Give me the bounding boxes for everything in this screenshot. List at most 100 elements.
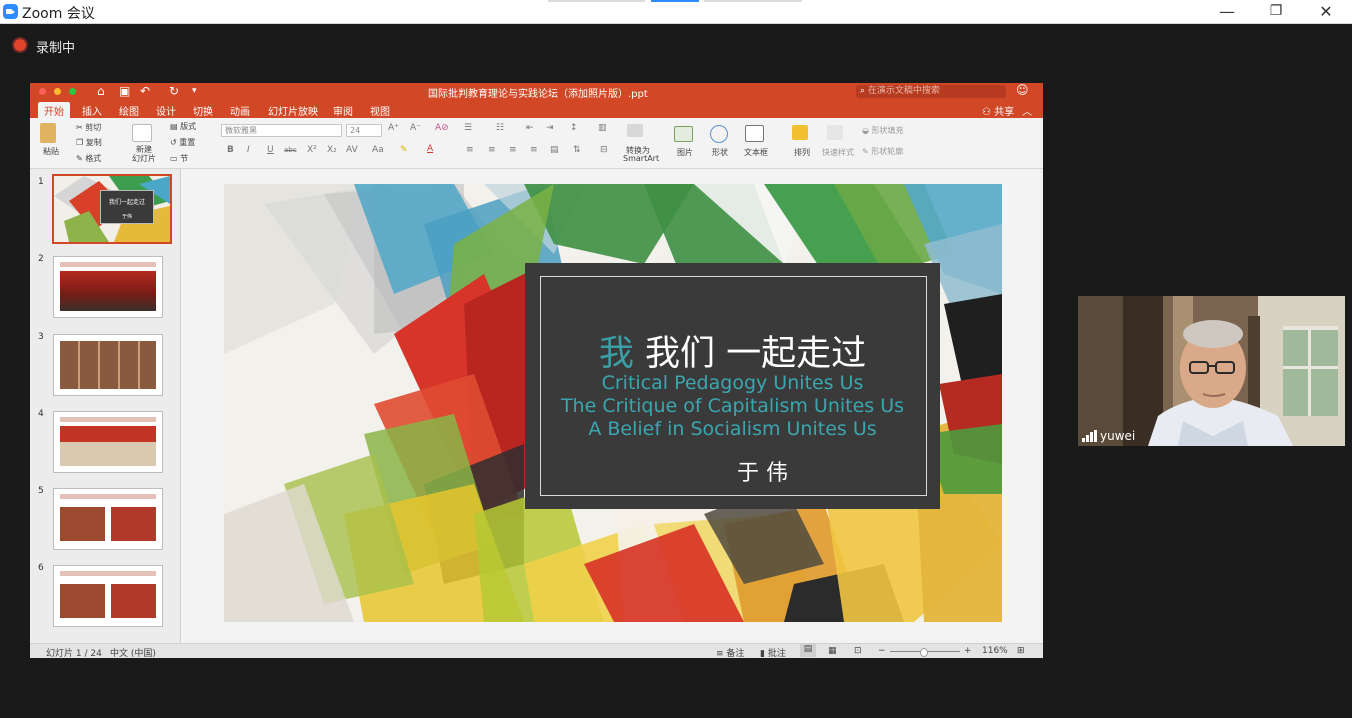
arrange-icon[interactable] — [792, 125, 808, 140]
smartart-icon[interactable] — [627, 124, 643, 137]
tab-insert[interactable]: 插入 — [82, 103, 102, 118]
align-text-icon[interactable]: ⊟ — [600, 145, 608, 155]
smartart-label[interactable]: SmartArt — [623, 154, 659, 163]
zoom-out-button[interactable]: − — [878, 646, 886, 656]
fit-slide-icon[interactable]: ⊞ — [1017, 646, 1025, 656]
highlight-icon[interactable]: ✎ — [400, 145, 408, 155]
normal-view-icon[interactable]: ▤ — [800, 644, 816, 657]
slide-thumbnail-6[interactable] — [53, 565, 163, 627]
thumbnail-number: 5 — [38, 486, 44, 496]
tab-review[interactable]: 审阅 — [333, 103, 353, 118]
italic-icon[interactable]: I — [247, 145, 250, 155]
copy-button[interactable]: ❐ 复制 — [76, 137, 102, 148]
maximize-button[interactable]: ❐ — [1252, 0, 1300, 23]
save-icon[interactable]: ▣ — [119, 84, 130, 98]
increase-indent-icon[interactable]: ⇥ — [546, 123, 554, 133]
slide-thumbnail-pane[interactable]: 1 我们一起走过 于伟 2 3 4 5 6 — [30, 169, 181, 644]
slide-thumbnail-5[interactable] — [53, 488, 163, 550]
slide-thumbnail-1[interactable]: 我们一起走过 于伟 — [52, 174, 172, 244]
zoom-in-button[interactable]: + — [964, 646, 972, 656]
tab-view[interactable]: 视图 — [370, 103, 390, 118]
undo-icon[interactable]: ↶ — [140, 84, 150, 98]
columns-icon[interactable]: ▥ — [598, 123, 607, 133]
document-title: 国际批判教育理论与实践论坛（添加照片版）.ppt — [428, 89, 648, 100]
mac-close-icon[interactable] — [39, 88, 46, 95]
layout-button[interactable]: ▤ 版式 — [170, 121, 196, 132]
close-button[interactable]: ✕ — [1302, 0, 1350, 23]
home-icon[interactable]: ⌂ — [97, 84, 105, 98]
participant-video[interactable]: yuwei — [1078, 296, 1345, 446]
font-name-select[interactable]: 微软雅黑 — [221, 124, 342, 137]
align-center-icon[interactable]: ≡ — [488, 145, 496, 155]
picture-icon[interactable] — [674, 126, 693, 142]
paste-label[interactable]: 粘贴 — [43, 146, 59, 157]
superscript-icon[interactable]: X² — [307, 145, 317, 155]
line-spacing-icon[interactable]: ↕ — [570, 123, 578, 133]
font-color-icon[interactable]: A — [427, 144, 433, 154]
clear-format-icon[interactable]: A⊘ — [435, 123, 449, 133]
textbox-label[interactable]: 文本框 — [744, 147, 768, 158]
align-right-icon[interactable]: ≡ — [509, 145, 517, 155]
slide-title: 我 我们 一起走过 — [525, 325, 940, 376]
notes-button[interactable]: ≡ 备注 — [716, 646, 744, 658]
zoom-slider-thumb[interactable] — [919, 648, 928, 657]
tab-transitions[interactable]: 切换 — [193, 103, 213, 118]
change-case-icon[interactable]: Aa — [372, 145, 384, 155]
slide-thumbnail-3[interactable] — [53, 334, 163, 396]
underline-icon[interactable]: U — [267, 145, 274, 155]
picture-label[interactable]: 图片 — [677, 147, 693, 158]
textbox-icon[interactable] — [745, 125, 764, 142]
customize-icon[interactable]: ▾ — [192, 86, 197, 96]
title-text-box[interactable]: 我 我们 一起走过 Critical Pedagogy Unites Us Th… — [525, 263, 940, 509]
new-slide-icon[interactable] — [132, 124, 152, 142]
quick-styles-label[interactable]: 快速样式 — [822, 147, 854, 158]
decrease-font-icon[interactable]: A⁻ — [410, 123, 421, 133]
minimize-button[interactable]: — — [1203, 0, 1251, 23]
quick-styles-icon[interactable] — [827, 125, 843, 140]
align-left-icon[interactable]: ≡ — [466, 145, 474, 155]
paste-icon[interactable] — [40, 123, 56, 143]
slide-sorter-icon[interactable]: ▦ — [828, 646, 837, 656]
tab-design[interactable]: 设计 — [156, 103, 176, 118]
arrange-label[interactable]: 排列 — [794, 147, 810, 158]
subscript-icon[interactable]: X₂ — [327, 145, 337, 155]
mac-minimize-icon[interactable] — [54, 88, 61, 95]
language-indicator[interactable]: 中文 (中国) — [110, 646, 156, 658]
mac-zoom-icon[interactable] — [69, 88, 76, 95]
decrease-indent-icon[interactable]: ⇤ — [526, 123, 534, 133]
smiley-feedback-icon[interactable]: ☺ — [1016, 83, 1029, 97]
zoom-slider[interactable] — [890, 648, 960, 657]
tab-animations[interactable]: 动画 — [230, 103, 250, 118]
main-slide[interactable]: 我 我们 一起走过 Critical Pedagogy Unites Us Th… — [224, 184, 1002, 622]
shapes-icon[interactable] — [710, 125, 728, 143]
zoom-level[interactable]: 116% — [982, 646, 1008, 656]
bullets-icon[interactable]: ☰ — [464, 123, 472, 133]
justify-icon[interactable]: ≡ — [530, 145, 538, 155]
comments-button[interactable]: ▮ 批注 — [760, 646, 786, 658]
thumbnail-number: 6 — [38, 563, 44, 573]
shape-fill-button[interactable]: ◒ 形状填充 — [862, 125, 904, 136]
slide-thumbnail-4[interactable] — [53, 411, 163, 473]
shapes-label[interactable]: 形状 — [712, 147, 728, 158]
text-direction-icon[interactable]: ⇅ — [573, 145, 581, 155]
slide-thumbnail-2[interactable] — [53, 256, 163, 318]
increase-font-icon[interactable]: A⁺ — [388, 123, 399, 133]
section-button[interactable]: ▭ 节 — [170, 153, 188, 164]
reset-button[interactable]: ↺ 重置 — [170, 137, 195, 148]
format-painter-button[interactable]: ✎ 格式 — [76, 153, 101, 164]
shape-outline-button[interactable]: ✎ 形状轮廓 — [862, 146, 903, 157]
presenter-view-icon[interactable]: ⊡ — [854, 646, 862, 656]
ppt-search-box[interactable]: ⌕ 在演示文稿中搜索 — [856, 85, 1006, 98]
cut-button[interactable]: ✂ 剪切 — [76, 122, 101, 133]
share-button[interactable]: ⚇ 共享 ︿ — [982, 103, 1032, 118]
font-size-select[interactable]: 24 — [346, 124, 382, 137]
redo-icon[interactable]: ↻ — [169, 84, 179, 98]
strikethrough-icon[interactable]: abc — [284, 146, 297, 154]
tab-draw[interactable]: 绘图 — [119, 103, 139, 118]
new-slide-label-2[interactable]: 幻灯片 — [132, 153, 156, 164]
distribute-icon[interactable]: ▤ — [550, 145, 559, 155]
char-spacing-icon[interactable]: AV — [346, 145, 358, 155]
tab-slideshow[interactable]: 幻灯片放映 — [268, 103, 318, 118]
numbering-icon[interactable]: ☷ — [496, 123, 504, 133]
bold-icon[interactable]: B — [227, 145, 234, 155]
